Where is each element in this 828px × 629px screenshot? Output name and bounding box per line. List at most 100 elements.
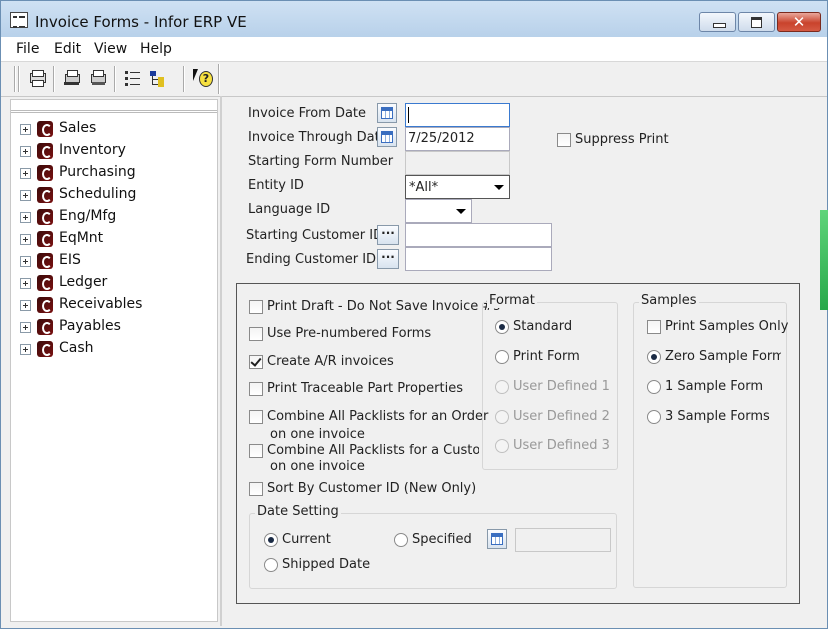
tree-item-label: Purchasing <box>59 164 136 180</box>
combine-packlists-customer-checkbox[interactable] <box>249 444 263 458</box>
combine-packlists-order-checkbox[interactable] <box>249 410 263 424</box>
module-icon <box>37 231 53 247</box>
three-sample-forms-radio[interactable] <box>647 410 661 424</box>
toolbar-separator <box>53 66 55 92</box>
ending-customer-id-label: Ending Customer ID <box>246 252 377 267</box>
ellipsis-icon: ··· <box>381 250 395 264</box>
toolbar-grip <box>18 66 20 92</box>
create-ar-invoices-checkbox[interactable] <box>249 355 263 369</box>
print-setup-icon[interactable] <box>89 69 107 87</box>
toolbar-separator <box>218 64 220 94</box>
three-sample-forms-label: 3 Sample Forms <box>665 409 770 424</box>
tree-item-label: Eng/Mfg <box>59 208 117 224</box>
tree-item-label: EIS <box>59 252 81 268</box>
combine-packlists-order-label-line2: on one invoice <box>270 427 365 442</box>
close-button[interactable]: ✕ <box>777 12 821 32</box>
date-current-radio[interactable] <box>264 533 278 547</box>
specified-date-input <box>515 528 611 552</box>
menu-view[interactable]: View <box>94 41 127 57</box>
expand-icon[interactable] <box>20 190 31 201</box>
print-preview-icon[interactable] <box>63 69 81 87</box>
navigation-tree: Sales Inventory Purchasing Scheduling Eng/Mf… <box>10 99 218 622</box>
tree-item-label: Ledger <box>59 274 108 290</box>
expand-icon[interactable] <box>20 344 31 355</box>
invoice-through-date-label: Invoice Through Date <box>248 130 388 145</box>
suppress-print-checkbox[interactable] <box>557 133 571 147</box>
date-shipped-radio[interactable] <box>264 558 278 572</box>
use-prenumbered-forms-checkbox[interactable] <box>249 327 263 341</box>
starting-customer-id-input[interactable] <box>405 223 552 247</box>
entity-id-label: Entity ID <box>248 178 304 193</box>
format-user-defined-3-radio <box>495 439 509 453</box>
expand-icon[interactable] <box>20 322 31 333</box>
one-sample-form-radio[interactable] <box>647 380 661 394</box>
pane-splitter[interactable] <box>220 96 222 626</box>
tree-item-label: Cash <box>59 340 94 356</box>
window-title: Invoice Forms - Infor ERP VE <box>35 13 247 31</box>
entity-id-value: *All* <box>409 180 439 195</box>
format-user-defined-1-label: User Defined 1 <box>513 379 610 394</box>
expand-icon[interactable] <box>20 212 31 223</box>
print-traceable-part-properties-checkbox[interactable] <box>249 382 263 396</box>
combine-packlists-customer-label-line2: on one invoice <box>270 459 365 474</box>
invoice-from-date-input[interactable] <box>405 103 510 127</box>
ending-customer-id-input[interactable] <box>405 247 552 271</box>
expand-icon[interactable] <box>20 146 31 157</box>
chevron-down-icon <box>456 209 466 214</box>
invoice-from-date-label: Invoice From Date <box>248 106 367 121</box>
invoice-through-date-calendar-button[interactable] <box>377 127 397 147</box>
module-icon <box>37 165 53 181</box>
maximize-button[interactable] <box>738 12 775 32</box>
suppress-print-label: Suppress Print <box>575 132 669 147</box>
specified-date-calendar-button[interactable] <box>487 529 507 549</box>
toolbar-grip <box>14 66 16 92</box>
print-icon[interactable] <box>28 69 46 87</box>
sort-by-customer-checkbox[interactable] <box>249 482 263 496</box>
format-standard-radio[interactable] <box>495 320 509 334</box>
expand-icon[interactable] <box>20 124 31 135</box>
module-icon <box>37 121 53 137</box>
text-cursor <box>408 107 409 123</box>
menu-file[interactable]: File <box>16 41 39 57</box>
title-bar[interactable]: Invoice Forms - Infor ERP VE ✕ <box>1 1 827 37</box>
tree-icon[interactable] <box>149 69 167 87</box>
module-icon <box>37 275 53 291</box>
zero-sample-forms-label: Zero Sample Forms <box>665 349 781 364</box>
invoice-forms-window: Invoice Forms - Infor ERP VE ✕ File Edit… <box>0 0 828 629</box>
print-draft-checkbox[interactable] <box>249 300 263 314</box>
date-specified-label: Specified <box>412 532 472 547</box>
print-samples-only-checkbox[interactable] <box>647 320 661 334</box>
zero-sample-forms-radio[interactable] <box>647 350 661 364</box>
invoice-through-date-input[interactable]: 7/25/2012 <box>405 127 510 151</box>
print-draft-label: Print Draft - Do Not Save Invoice #s <box>267 299 501 314</box>
minimize-button[interactable] <box>699 12 736 32</box>
menu-help[interactable]: Help <box>140 41 172 57</box>
samples-group <box>633 302 787 588</box>
list-icon[interactable] <box>124 69 142 87</box>
starting-form-number-input <box>405 151 510 175</box>
menu-edit[interactable]: Edit <box>54 41 81 57</box>
app-icon[interactable] <box>10 12 28 28</box>
ending-customer-lookup-button[interactable]: ··· <box>377 249 399 269</box>
format-user-defined-2-label: User Defined 2 <box>513 409 610 424</box>
invoice-from-date-calendar-button[interactable] <box>377 103 397 123</box>
language-id-label: Language ID <box>248 202 331 217</box>
date-specified-radio[interactable] <box>394 533 408 547</box>
print-traceable-part-properties-label: Print Traceable Part Properties <box>267 381 463 396</box>
tree-item-label: EqMnt <box>59 230 104 246</box>
expand-icon[interactable] <box>20 256 31 267</box>
help-icon[interactable]: ? <box>193 69 213 87</box>
expand-icon[interactable] <box>20 300 31 311</box>
tree-item-label: Inventory <box>59 142 126 158</box>
tree-item-label: Payables <box>59 318 121 334</box>
format-group-title: Format <box>487 293 537 308</box>
menu-bar: File Edit View Help <box>1 37 827 62</box>
entity-id-select[interactable]: *All* <box>405 175 510 199</box>
expand-icon[interactable] <box>20 168 31 179</box>
format-print-form-radio[interactable] <box>495 350 509 364</box>
tree-header <box>11 102 217 113</box>
expand-icon[interactable] <box>20 234 31 245</box>
starting-customer-lookup-button[interactable]: ··· <box>377 225 399 245</box>
language-id-select[interactable] <box>405 199 472 223</box>
expand-icon[interactable] <box>20 278 31 289</box>
